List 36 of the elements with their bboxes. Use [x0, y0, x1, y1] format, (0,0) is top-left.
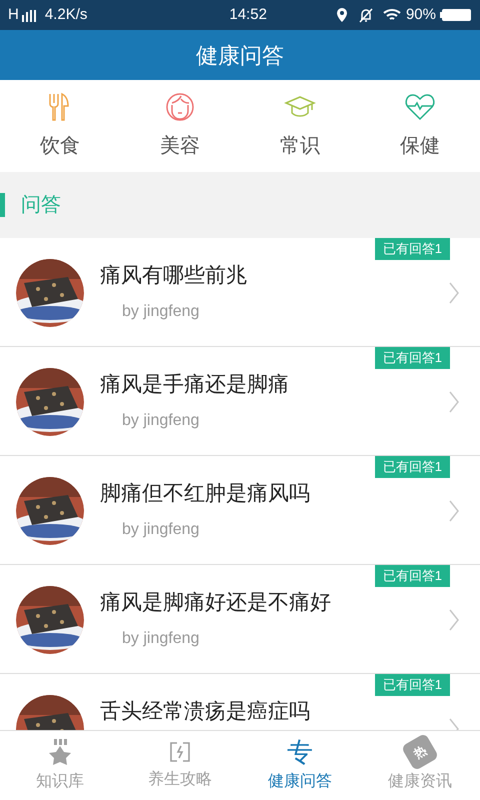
answer-badge: 已有回答1 — [374, 347, 450, 369]
category-button[interactable]: 美容 — [120, 80, 240, 172]
question-title: 脚痛但不红肿是痛风吗 — [100, 481, 311, 507]
battery-percent: 90% — [406, 4, 436, 25]
category-button[interactable]: 常识 — [240, 80, 360, 172]
question-title: 痛风是手痛还是脚痛 — [100, 372, 290, 398]
answer-badge: 已有回答1 — [374, 238, 450, 260]
question-row[interactable]: 已有回答1 痛风有哪些前兆 by jingfeng — [0, 238, 480, 347]
section-title: 问答 — [21, 193, 61, 218]
question-author: by jingfeng — [122, 520, 200, 540]
question-row[interactable]: 已有回答1 痛风是手痛还是脚痛 by jingfeng — [0, 347, 480, 456]
network-type: H — [8, 4, 19, 25]
clock: 14:52 — [229, 4, 267, 25]
net-speed: 4.2K/s — [44, 4, 88, 25]
woman-face-icon — [164, 91, 196, 123]
category-button[interactable]: 保健 — [360, 80, 480, 172]
question-row[interactable]: 已有回答1 脚痛但不红肿是痛风吗 by jingfeng — [0, 456, 480, 565]
question-title: 舌头经常溃疡是癌症吗 — [100, 699, 311, 725]
question-author: by jingfeng — [122, 302, 200, 322]
section-marker — [0, 193, 5, 217]
answer-badge: 已有回答1 — [374, 456, 450, 478]
question-row[interactable]: 已有回答1 痛风是脚痛好还是不痛好 by jingfeng — [0, 565, 480, 674]
battery-icon — [440, 7, 472, 23]
question-author: by jingfeng — [122, 410, 200, 430]
question-author: by jingfeng — [122, 628, 200, 648]
nav-tab[interactable]: 专 健康问答 — [240, 731, 360, 800]
answer-badge: 已有回答1 — [374, 565, 450, 587]
frame-icon — [168, 740, 192, 764]
nav-glyph-icon: 专 — [287, 738, 313, 766]
category-button[interactable]: 饮食 — [0, 80, 120, 172]
page-title: 健康问答 — [196, 42, 284, 70]
answer-badge: 已有回答1 — [374, 674, 450, 696]
signal-icon — [20, 7, 37, 23]
bell-off-icon — [358, 7, 374, 23]
question-title: 痛风有哪些前兆 — [100, 263, 248, 289]
question-title: 痛风是脚痛好还是不痛好 — [100, 590, 332, 616]
